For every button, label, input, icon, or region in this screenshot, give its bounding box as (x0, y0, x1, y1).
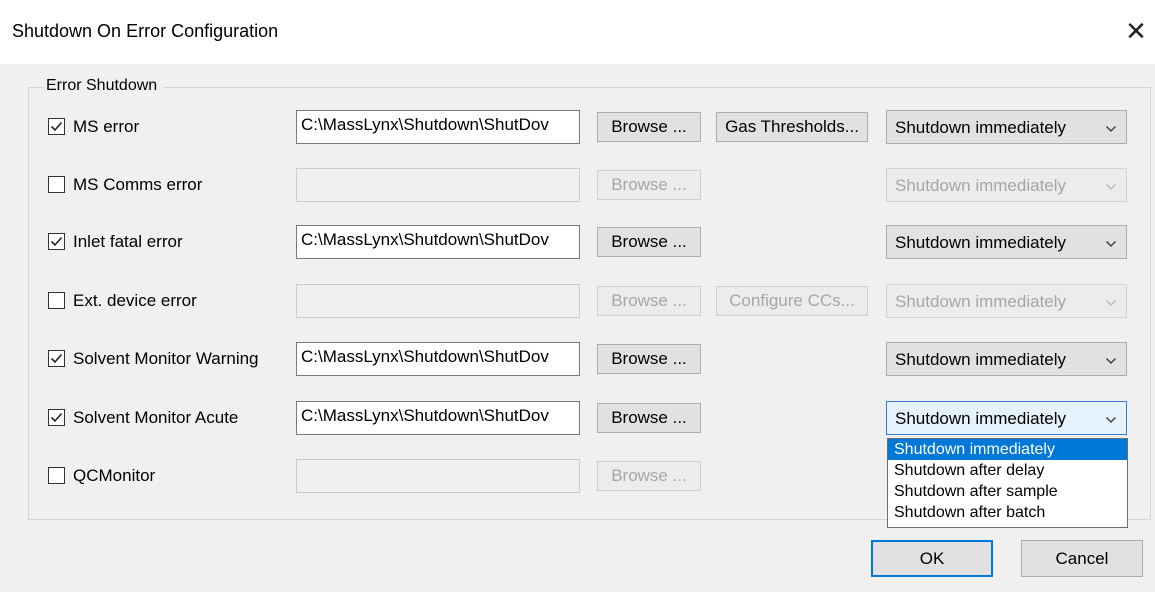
ext-device-error-action-combo: Shutdown immediately (886, 284, 1127, 318)
ext-device-error-checkbox[interactable] (48, 292, 65, 309)
qcmonitor-browse-button: Browse ... (597, 461, 701, 491)
solvent-monitor-acute-checkbox[interactable] (48, 409, 65, 426)
ms-error-action-combo[interactable]: Shutdown immediately (886, 110, 1127, 144)
row-ext-device-error: Ext. device error Browse ... Configure CCs… (0, 281, 1155, 321)
inlet-fatal-error-label[interactable]: Inlet fatal error (73, 232, 183, 252)
inlet-fatal-error-path-field[interactable]: C:\MassLynx\Shutdown\ShutDov (296, 225, 580, 259)
gas-thresholds-button[interactable]: Gas Thresholds... (716, 112, 868, 142)
solvent-monitor-acute-label[interactable]: Solvent Monitor Acute (73, 408, 238, 428)
solvent-monitor-warning-label[interactable]: Solvent Monitor Warning (73, 349, 259, 369)
dropdown-option[interactable]: Shutdown immediately (888, 439, 1127, 460)
ok-button[interactable]: OK (871, 540, 993, 577)
inlet-fatal-error-checkbox[interactable] (48, 233, 65, 250)
ext-device-error-browse-button: Browse ... (597, 286, 701, 316)
qcmonitor-checkbox[interactable] (48, 467, 65, 484)
solvent-monitor-warning-path-field[interactable]: C:\MassLynx\Shutdown\ShutDov (296, 342, 580, 376)
solvent-monitor-acute-path-field[interactable]: C:\MassLynx\Shutdown\ShutDov (296, 401, 580, 435)
chevron-down-icon (1105, 235, 1117, 255)
dropdown-option[interactable]: Shutdown after batch (888, 502, 1127, 523)
solvent-monitor-warning-action-combo[interactable]: Shutdown immediately (886, 342, 1127, 376)
ms-error-path-field[interactable]: C:\MassLynx\Shutdown\ShutDov (296, 110, 580, 144)
checkmark-icon (50, 353, 63, 364)
combo-value: Shutdown immediately (895, 118, 1067, 137)
checkmark-icon (50, 121, 63, 132)
close-icon[interactable]: ✕ (1122, 16, 1150, 46)
ext-device-error-path-field (296, 284, 580, 318)
combo-value: Shutdown immediately (895, 350, 1067, 369)
dropdown-option[interactable]: Shutdown after sample (888, 481, 1127, 502)
configure-ccs-button: Configure CCs... (716, 286, 868, 316)
ms-error-checkbox[interactable] (48, 118, 65, 135)
chevron-down-icon (1105, 411, 1117, 431)
ms-comms-error-browse-button: Browse ... (597, 170, 701, 200)
combo-value: Shutdown immediately (895, 233, 1067, 252)
row-ms-comms-error: MS Comms error Browse ... Shutdown immedia… (0, 165, 1155, 205)
ms-error-browse-button[interactable]: Browse ... (597, 112, 701, 142)
checkmark-icon (50, 412, 63, 423)
row-solvent-monitor-warning: Solvent Monitor Warning C:\MassLynx\Shutd… (0, 339, 1155, 379)
cancel-button[interactable]: Cancel (1021, 540, 1143, 577)
ext-device-error-label[interactable]: Ext. device error (73, 291, 197, 311)
solvent-monitor-acute-action-combo[interactable]: Shutdown immediately (886, 401, 1127, 435)
ms-comms-error-path-field (296, 168, 580, 202)
dialog-title: Shutdown On Error Configuration (12, 21, 279, 41)
inlet-fatal-error-action-combo[interactable]: Shutdown immediately (886, 225, 1127, 259)
qcmonitor-path-field (296, 459, 580, 493)
group-label: Error Shutdown (44, 77, 164, 95)
inlet-fatal-error-browse-button[interactable]: Browse ... (597, 227, 701, 257)
solvent-monitor-warning-browse-button[interactable]: Browse ... (597, 344, 701, 374)
chevron-down-icon (1105, 352, 1117, 372)
title-bar: Shutdown On Error Configuration ✕ (0, 0, 1155, 64)
action-dropdown-list: Shutdown immediately Shutdown after delay… (887, 438, 1128, 528)
qcmonitor-label[interactable]: QCMonitor (73, 466, 155, 486)
ms-comms-error-label[interactable]: MS Comms error (73, 175, 202, 195)
ms-error-label[interactable]: MS error (73, 117, 139, 137)
dialog-window: Shutdown On Error Configuration ✕ Error … (0, 0, 1155, 592)
dropdown-option[interactable]: Shutdown after delay (888, 460, 1127, 481)
row-inlet-fatal-error: Inlet fatal error C:\MassLynx\Shutdown\Sh… (0, 222, 1155, 262)
ms-comms-error-checkbox[interactable] (48, 176, 65, 193)
checkmark-icon (50, 236, 63, 247)
solvent-monitor-warning-checkbox[interactable] (48, 350, 65, 367)
combo-value: Shutdown immediately (895, 409, 1067, 428)
chevron-down-icon (1105, 178, 1117, 198)
row-solvent-monitor-acute: Solvent Monitor Acute C:\MassLynx\Shutdow… (0, 398, 1155, 438)
chevron-down-icon (1105, 120, 1117, 140)
chevron-down-icon (1105, 294, 1117, 314)
solvent-monitor-acute-browse-button[interactable]: Browse ... (597, 403, 701, 433)
combo-value: Shutdown immediately (895, 292, 1067, 311)
row-ms-error: MS error C:\MassLynx\Shutdown\ShutDov Brow… (0, 107, 1155, 147)
ms-comms-error-action-combo: Shutdown immediately (886, 168, 1127, 202)
combo-value: Shutdown immediately (895, 176, 1067, 195)
